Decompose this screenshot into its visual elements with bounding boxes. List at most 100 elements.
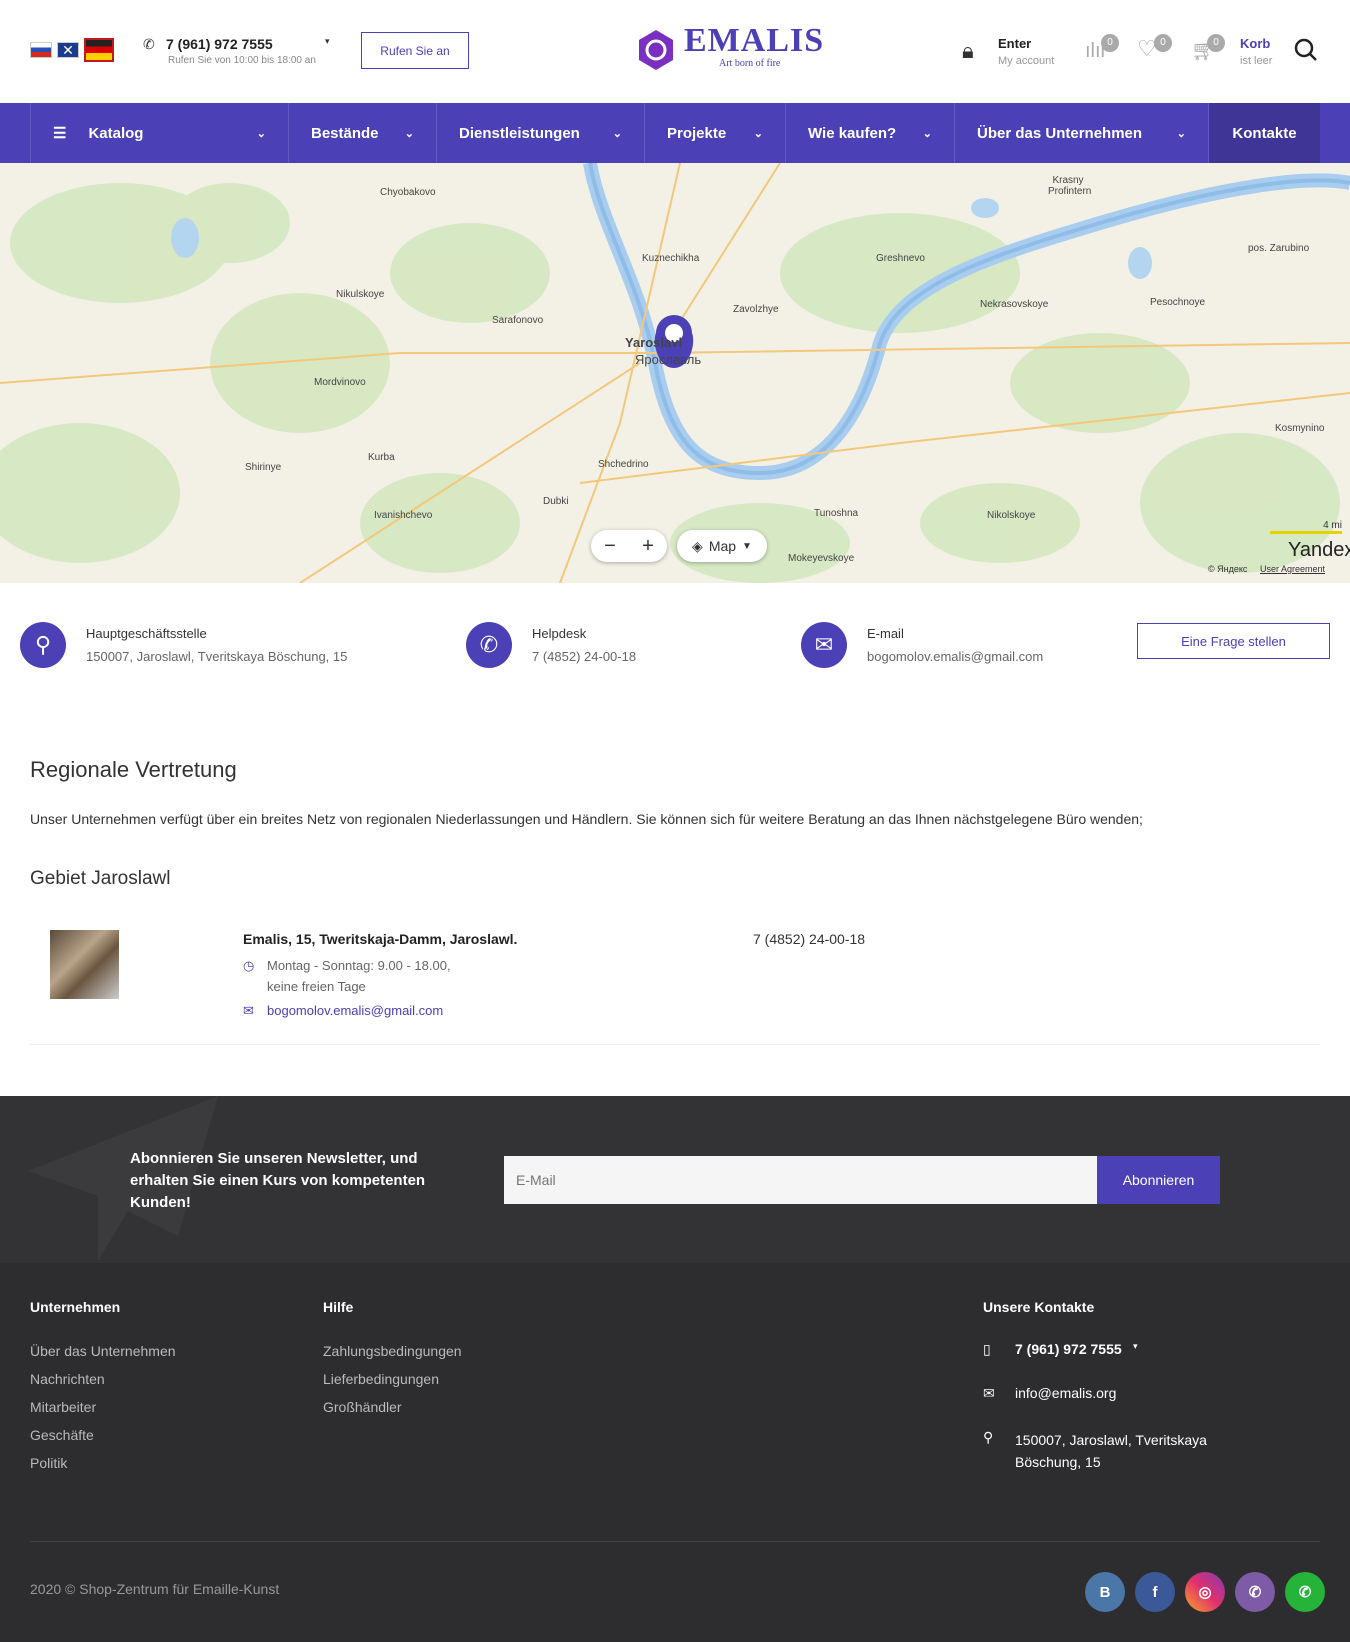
phone-dropdown-icon[interactable]: ▾ bbox=[325, 36, 330, 47]
map-city-label: Yaroslavl bbox=[625, 335, 683, 350]
phone-icon: ✆ bbox=[466, 622, 512, 668]
nav-katalog[interactable]: ☰ Katalog ⌄ bbox=[30, 103, 288, 163]
nav-dienstleistungen[interactable]: Dienstleistungen ⌄ bbox=[436, 103, 644, 163]
map-label: Nekrasovskoye bbox=[980, 299, 1049, 310]
map-city-label-ru: Ярославль bbox=[635, 352, 702, 367]
subscribe-button[interactable]: Abonnieren bbox=[1097, 1156, 1220, 1204]
copyright: 2020 © Shop-Zentrum für Emaille-Kunst bbox=[30, 1581, 280, 1597]
vk-icon[interactable]: B bbox=[1085, 1572, 1125, 1612]
cart-badge: 0 bbox=[1207, 34, 1225, 52]
callback-button[interactable]: Rufen Sie an bbox=[361, 32, 469, 69]
map-scale: 4 mi bbox=[1270, 520, 1342, 534]
header-phone[interactable]: 7 (961) 972 7555 bbox=[166, 36, 273, 52]
account-sub[interactable]: My account bbox=[998, 55, 1054, 67]
zoom-in-button[interactable]: + bbox=[642, 535, 654, 558]
main-nav: ☰ Katalog ⌄ Bestände ⌄ Dienstleistungen ⌄ Pr… bbox=[0, 103, 1350, 163]
cart-title[interactable]: Korb bbox=[1240, 36, 1270, 51]
chevron-down-icon: ⌄ bbox=[922, 127, 932, 140]
newsletter-email-input[interactable] bbox=[504, 1156, 1097, 1204]
footer-link[interactable]: Nachrichten bbox=[30, 1371, 105, 1387]
flag-de[interactable] bbox=[84, 38, 114, 62]
helpdesk-label: Helpdesk bbox=[532, 626, 587, 641]
footer-col-title: Hilfe bbox=[323, 1299, 354, 1315]
map-label: Zavolzhye bbox=[733, 304, 779, 315]
chevron-down-icon: ⌄ bbox=[612, 127, 622, 140]
divider bbox=[30, 1541, 1320, 1542]
office-label: Hauptgeschäftsstelle bbox=[86, 626, 207, 641]
email-label: E-mail bbox=[867, 626, 904, 641]
map-label: Shirinye bbox=[245, 462, 282, 473]
footer-link[interactable]: Politik bbox=[30, 1455, 67, 1471]
menu-icon: ☰ bbox=[53, 125, 67, 142]
map-label: Nikulskoye bbox=[336, 289, 385, 300]
nav-label: Über das Unternehmen bbox=[977, 124, 1143, 142]
map-label: pos. Zarubino bbox=[1248, 243, 1310, 254]
nav-label: Dienstleistungen bbox=[459, 124, 580, 142]
user-agreement-link[interactable]: User Agreement bbox=[1260, 564, 1325, 574]
chevron-down-icon[interactable]: ▾ bbox=[1133, 1341, 1138, 1352]
store-email[interactable]: bogomolov.emalis@gmail.com bbox=[267, 1003, 443, 1018]
map[interactable]: Yaroslavl Ярославль Chyobakovo Kuznechik… bbox=[0, 163, 1350, 583]
footer-link[interactable]: Über das Unternehmen bbox=[30, 1343, 176, 1359]
yandex-logo: Yandex bbox=[1288, 539, 1350, 561]
nav-bestaende[interactable]: Bestände ⌄ bbox=[288, 103, 436, 163]
footer-col-title: Unternehmen bbox=[30, 1299, 121, 1315]
mobile-icon: ▯ bbox=[983, 1341, 991, 1357]
map-canvas[interactable] bbox=[0, 163, 1350, 583]
nav-wie-kaufen[interactable]: Wie kaufen? ⌄ bbox=[785, 103, 954, 163]
nav-projekte[interactable]: Projekte ⌄ bbox=[644, 103, 785, 163]
footer-phone[interactable]: 7 (961) 972 7555 bbox=[1015, 1341, 1122, 1357]
footer-link[interactable]: Lieferbedingungen bbox=[323, 1371, 439, 1387]
map-label: Krasny Profintern bbox=[1048, 175, 1092, 197]
phone-hours: Rufen Sie von 10:00 bis 18:00 an bbox=[168, 55, 316, 66]
lock-icon[interactable]: 🔒︎ bbox=[962, 38, 974, 64]
office-info: ⚲ Hauptgeschäftsstelle 150007, Jaroslawl,… bbox=[20, 622, 347, 668]
footer-link[interactable]: Großhändler bbox=[323, 1399, 402, 1415]
store-photo[interactable] bbox=[50, 930, 119, 999]
email-value[interactable]: bogomolov.emalis@gmail.com bbox=[867, 649, 1043, 664]
regional-text: Unser Unternehmen verfügt über ein breit… bbox=[30, 811, 1143, 827]
envelope-icon: ✉ bbox=[983, 1385, 995, 1401]
divider bbox=[30, 1044, 1320, 1045]
helpdesk-value[interactable]: 7 (4852) 24-00-18 bbox=[532, 649, 636, 664]
layers-icon: ◈ bbox=[692, 537, 703, 554]
envelope-icon: ✉ bbox=[243, 1003, 254, 1018]
map-label: Dubki bbox=[543, 496, 569, 507]
map-label: Kosmynino bbox=[1275, 423, 1325, 434]
account-title[interactable]: Enter bbox=[998, 36, 1031, 51]
logo-icon bbox=[639, 30, 673, 70]
chevron-down-icon: ⌄ bbox=[753, 127, 763, 140]
location-icon: ⚲ bbox=[983, 1429, 994, 1445]
footer-link[interactable]: Geschäfte bbox=[30, 1427, 94, 1443]
map-label: Tunoshna bbox=[814, 508, 859, 519]
store-phone[interactable]: 7 (4852) 24-00-18 bbox=[753, 931, 865, 947]
footer-link[interactable]: Zahlungsbedingungen bbox=[323, 1343, 462, 1359]
nav-label: Wie kaufen? bbox=[808, 124, 897, 142]
map-type-button[interactable]: ◈ Map ▼ bbox=[677, 530, 767, 562]
regional-title: Regionale Vertretung bbox=[30, 757, 237, 782]
facebook-icon[interactable]: f bbox=[1135, 1572, 1175, 1612]
logo-tagline: Art born of fire bbox=[719, 58, 781, 69]
email-info: ✉ E-mail bogomolov.emalis@gmail.com bbox=[801, 622, 1043, 668]
footer-email[interactable]: info@emalis.org bbox=[1015, 1385, 1116, 1401]
whatsapp-icon[interactable]: ✆ bbox=[1285, 1572, 1325, 1612]
flag-en[interactable]: ✕ bbox=[57, 42, 79, 58]
logo[interactable] bbox=[637, 28, 675, 77]
store-name[interactable]: Emalis, 15, Tweritskaja-Damm, Jaroslawl. bbox=[243, 931, 517, 947]
map-label: Mordvinovo bbox=[314, 377, 366, 388]
map-label: Greshnevo bbox=[876, 253, 925, 264]
nav-ueber[interactable]: Über das Unternehmen ⌄ bbox=[954, 103, 1208, 163]
nav-label: Kontakte bbox=[1232, 124, 1297, 142]
search-icon[interactable] bbox=[1294, 38, 1318, 62]
footer-link[interactable]: Mitarbeiter bbox=[30, 1399, 96, 1415]
zoom-out-button[interactable]: − bbox=[604, 535, 616, 558]
map-label: Chyobakovo bbox=[380, 187, 436, 198]
flag-ru[interactable] bbox=[30, 42, 52, 58]
map-label: Kuznechikha bbox=[642, 253, 700, 264]
logo-text: EMALIS bbox=[684, 22, 825, 59]
viber-icon[interactable]: ✆ bbox=[1235, 1572, 1275, 1612]
ask-question-button[interactable]: Eine Frage stellen bbox=[1137, 623, 1330, 659]
chevron-down-icon: ⌄ bbox=[404, 127, 414, 140]
nav-kontakte[interactable]: Kontakte bbox=[1208, 103, 1320, 163]
instagram-icon[interactable]: ◎ bbox=[1185, 1572, 1225, 1612]
